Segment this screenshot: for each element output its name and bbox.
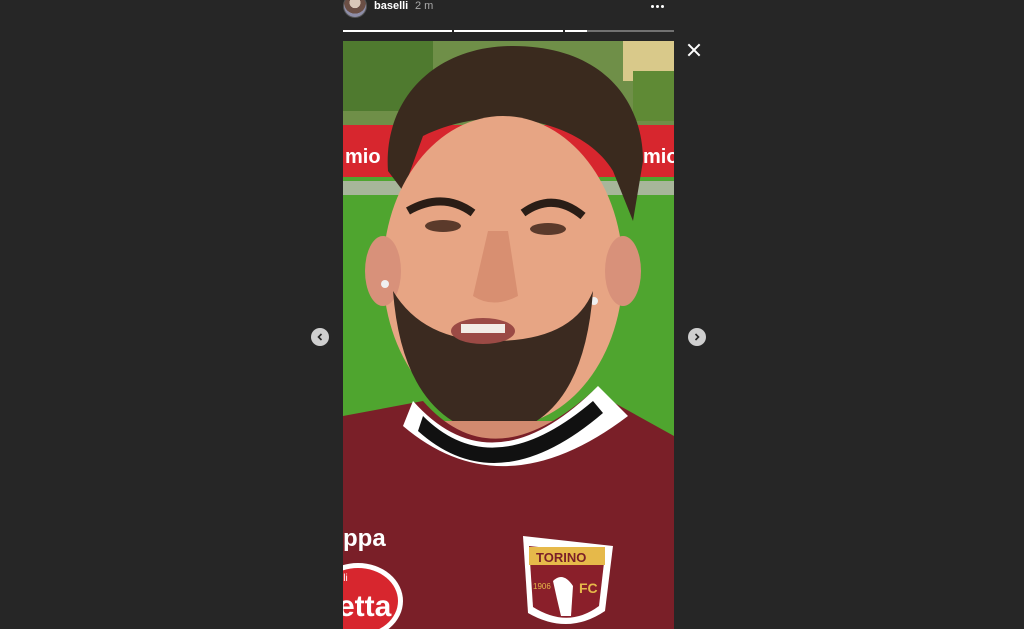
left-banner-text: mio xyxy=(345,146,381,168)
more-options-button[interactable] xyxy=(646,0,668,12)
crest-title: TORINO xyxy=(536,550,586,565)
crest-year: 1906 xyxy=(533,582,551,591)
shirt-front-text: etta xyxy=(343,590,392,623)
story-progress xyxy=(343,30,674,32)
next-story-button[interactable] xyxy=(688,328,706,346)
right-banner-text: mio xyxy=(643,146,674,168)
crest-letters: FC xyxy=(579,580,598,596)
username[interactable]: baselli xyxy=(374,0,408,12)
progress-segment xyxy=(454,30,563,32)
progress-segment xyxy=(565,30,674,32)
story-image: mio mio ppa li etta TORINO 1906 FC xyxy=(343,41,674,629)
progress-segment xyxy=(343,30,452,32)
close-icon[interactable] xyxy=(685,41,703,59)
story-media[interactable]: mio mio ppa li etta TORINO 1906 FC xyxy=(343,41,674,629)
previous-story-button[interactable] xyxy=(311,328,329,346)
avatar[interactable] xyxy=(343,0,367,18)
chevron-right-icon xyxy=(694,333,700,341)
timestamp: 2 m xyxy=(415,0,434,12)
shirt-sponsor-text: ppa xyxy=(343,525,386,552)
more-dot-icon xyxy=(660,4,664,8)
chevron-left-icon xyxy=(317,333,323,341)
progress-fill xyxy=(343,30,452,32)
story-viewer: baselli 2 m mio mio ppa li etta TORINO 1… xyxy=(0,0,1024,629)
progress-fill xyxy=(454,30,563,32)
story-header: baselli 2 m xyxy=(343,0,674,18)
progress-fill xyxy=(565,30,587,32)
shirt-small-text: lli xyxy=(343,573,348,584)
more-dot-icon xyxy=(650,4,654,8)
more-dot-icon xyxy=(655,4,659,8)
